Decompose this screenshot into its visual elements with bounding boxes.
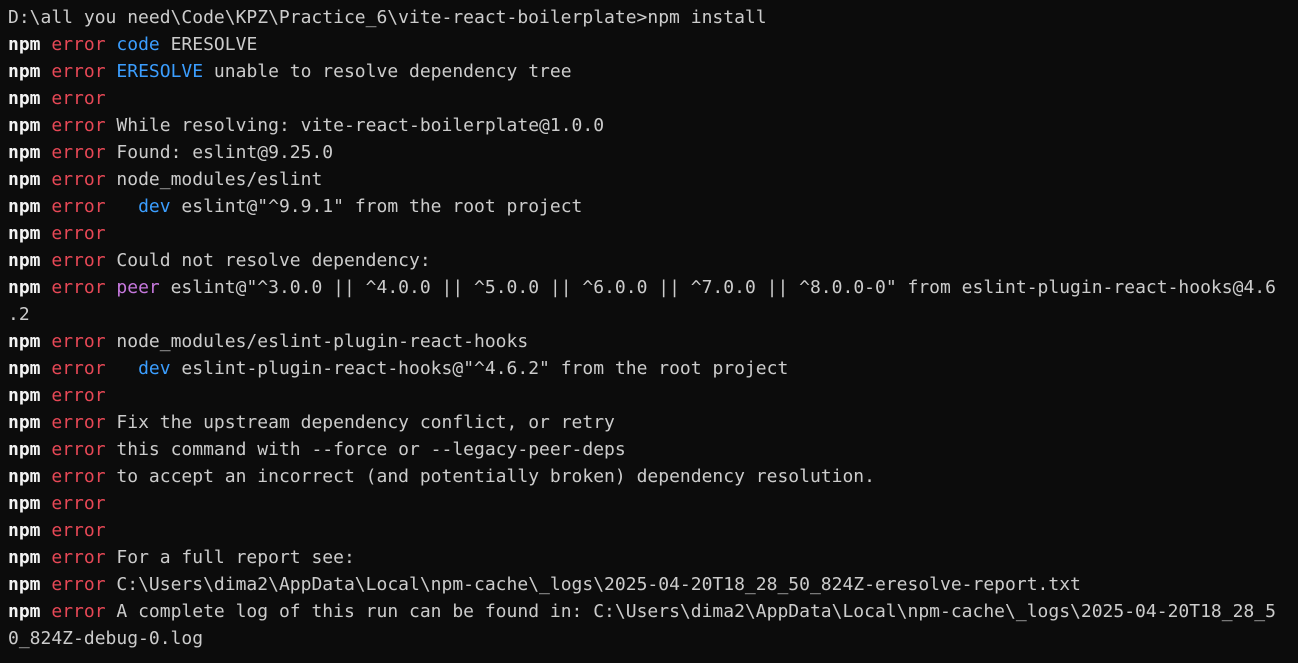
log-message: node_modules/eslint-plugin-react-hooks <box>116 331 529 352</box>
error-label: error <box>51 385 106 406</box>
log-line: npm error For a full report see: <box>8 544 1298 571</box>
log-line-wrap: .2 <box>8 304 30 325</box>
log-line: npm error node_modules/eslint <box>8 166 1298 193</box>
npm-label: npm <box>8 61 41 82</box>
command-prompt-line: D:\all you need\Code\KPZ\Practice_6\vite… <box>8 7 767 28</box>
log-message: unable to resolve dependency tree <box>203 61 572 82</box>
log-message: to accept an incorrect (and potentially … <box>116 466 875 487</box>
log-message: Found: eslint@9.25.0 <box>116 142 334 163</box>
npm-label: npm <box>8 412 41 433</box>
log-line: npm error this command with --force or -… <box>8 436 1298 463</box>
npm-label: npm <box>8 142 41 163</box>
error-label: error <box>51 169 106 190</box>
log-message: For a full report see: <box>116 547 355 568</box>
npm-label: npm <box>8 493 41 514</box>
error-label: error <box>51 439 106 460</box>
npm-label: npm <box>8 331 41 352</box>
npm-error-log: npm error code ERESOLVE npm error ERESOLV… <box>8 31 1298 652</box>
npm-label: npm <box>8 601 41 622</box>
log-line: npm error Could not resolve dependency: <box>8 247 1298 274</box>
log-keyword: peer <box>116 277 160 298</box>
log-message: eslint@"^3.0.0 || ^4.0.0 || ^5.0.0 || ^6… <box>159 277 1276 298</box>
log-line: npm error code ERESOLVE <box>8 31 1298 58</box>
log-line: npm error node_modules/eslint-plugin-rea… <box>8 328 1298 355</box>
log-message: this command with --force or --legacy-pe… <box>116 439 626 460</box>
log-line: npm error <box>8 517 1298 544</box>
npm-label: npm <box>8 277 41 298</box>
log-line: npm error <box>8 382 1298 409</box>
npm-label: npm <box>8 547 41 568</box>
npm-label: npm <box>8 196 41 217</box>
npm-label: npm <box>8 574 41 595</box>
error-label: error <box>51 277 106 298</box>
error-label: error <box>51 61 106 82</box>
error-label: error <box>51 34 106 55</box>
log-line: npm error dev eslint@"^9.9.1" from the r… <box>8 193 1298 220</box>
npm-label: npm <box>8 358 41 379</box>
error-label: error <box>51 493 106 514</box>
log-line: npm error ERESOLVE unable to resolve dep… <box>8 58 1298 85</box>
error-label: error <box>51 601 106 622</box>
log-keyword: dev <box>138 358 171 379</box>
log-message: A complete log of this run can be found … <box>116 601 1276 622</box>
error-label: error <box>51 88 106 109</box>
log-keyword: code <box>116 34 160 55</box>
log-line: npm error While resolving: vite-react-bo… <box>8 112 1298 139</box>
log-line: npm error to accept an incorrect (and po… <box>8 463 1298 490</box>
npm-label: npm <box>8 223 41 244</box>
log-message: While resolving: vite-react-boilerplate@… <box>116 115 605 136</box>
npm-label: npm <box>8 115 41 136</box>
npm-label: npm <box>8 34 41 55</box>
error-label: error <box>51 115 106 136</box>
log-line-wrap: 0_824Z-debug-0.log <box>8 628 204 649</box>
log-line: npm error peer eslint@"^3.0.0 || ^4.0.0 … <box>8 274 1298 301</box>
error-label: error <box>51 142 106 163</box>
npm-label: npm <box>8 520 41 541</box>
log-line: npm error <box>8 220 1298 247</box>
error-label: error <box>51 223 106 244</box>
error-label: error <box>51 547 106 568</box>
error-label: error <box>51 466 106 487</box>
npm-label: npm <box>8 169 41 190</box>
error-label: error <box>51 196 106 217</box>
log-line: npm error Found: eslint@9.25.0 <box>8 139 1298 166</box>
log-line: npm error <box>8 490 1298 517</box>
terminal-output[interactable]: D:\all you need\Code\KPZ\Practice_6\vite… <box>0 0 1298 663</box>
npm-label: npm <box>8 466 41 487</box>
log-line: npm error A complete log of this run can… <box>8 598 1298 625</box>
log-keyword: ERESOLVE <box>116 61 204 82</box>
error-label: error <box>51 358 106 379</box>
log-message: Fix the upstream dependency conflict, or… <box>116 412 615 433</box>
log-keyword: dev <box>138 196 171 217</box>
npm-label: npm <box>8 385 41 406</box>
error-label: error <box>51 520 106 541</box>
npm-label: npm <box>8 439 41 460</box>
error-label: error <box>51 412 106 433</box>
npm-label: npm <box>8 250 41 271</box>
log-message: eslint-plugin-react-hooks@"^4.6.2" from … <box>170 358 789 379</box>
error-label: error <box>51 331 106 352</box>
log-line: npm error C:\Users\dima2\AppData\Local\n… <box>8 571 1298 598</box>
log-message: C:\Users\dima2\AppData\Local\npm-cache\_… <box>116 574 1081 595</box>
log-message: node_modules/eslint <box>116 169 323 190</box>
error-label: error <box>51 250 106 271</box>
log-message: Could not resolve dependency: <box>116 250 431 271</box>
error-label: error <box>51 574 106 595</box>
log-line: npm error Fix the upstream dependency co… <box>8 409 1298 436</box>
log-message: ERESOLVE <box>159 34 258 55</box>
log-line: npm error <box>8 85 1298 112</box>
npm-label: npm <box>8 88 41 109</box>
log-line: npm error dev eslint-plugin-react-hooks@… <box>8 355 1298 382</box>
log-message: eslint@"^9.9.1" from the root project <box>170 196 583 217</box>
